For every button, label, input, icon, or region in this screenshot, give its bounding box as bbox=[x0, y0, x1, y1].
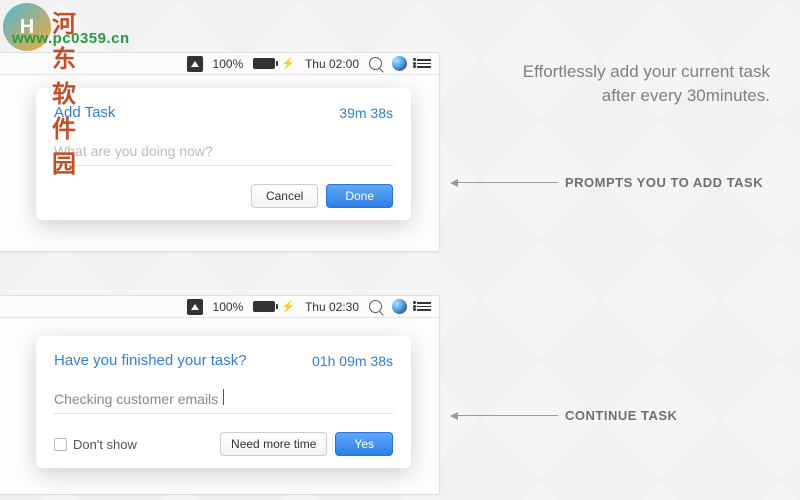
site-url: www.pc0359.cn bbox=[12, 30, 130, 47]
yes-button[interactable]: Yes bbox=[335, 432, 393, 456]
need-more-time-button[interactable]: Need more time bbox=[220, 432, 327, 456]
spotlight-icon[interactable] bbox=[369, 57, 382, 70]
siri-icon[interactable] bbox=[392, 56, 407, 71]
cancel-button[interactable]: Cancel bbox=[251, 184, 318, 208]
done-button[interactable]: Done bbox=[326, 184, 393, 208]
popup-title: Have you finished your task? bbox=[54, 352, 247, 369]
notification-center-icon[interactable] bbox=[417, 59, 431, 68]
siri-icon[interactable] bbox=[392, 299, 407, 314]
notification-center-icon[interactable] bbox=[417, 302, 431, 311]
dont-show-label: Don't show bbox=[73, 437, 137, 452]
callout-arrow bbox=[458, 415, 558, 416]
clock: Thu 02:00 bbox=[305, 57, 359, 71]
clock: Thu 02:30 bbox=[305, 300, 359, 314]
task-input[interactable] bbox=[54, 137, 393, 166]
dont-show-checkbox[interactable] bbox=[54, 438, 67, 451]
battery-percent: 100% bbox=[213, 300, 244, 314]
app-menubar-icon[interactable] bbox=[187, 56, 203, 72]
current-task-text: Checking customer emails bbox=[54, 385, 393, 414]
finish-task-popup: Have you finished your task? 01h 09m 38s… bbox=[36, 336, 411, 468]
spotlight-icon[interactable] bbox=[369, 300, 382, 313]
charging-icon: ⚡ bbox=[281, 300, 295, 313]
timer-value: 01h 09m 38s bbox=[312, 353, 393, 369]
callout-label-continue: CONTINUE TASK bbox=[565, 408, 677, 423]
battery-icon bbox=[253, 301, 275, 312]
charging-icon: ⚡ bbox=[281, 57, 295, 70]
battery-percent: 100% bbox=[213, 57, 244, 71]
headline-text: Effortlessly add your current task after… bbox=[490, 60, 770, 108]
app-menubar-icon[interactable] bbox=[187, 299, 203, 315]
timer-value: 39m 38s bbox=[339, 105, 393, 121]
callout-label-add: PROMPTS YOU TO ADD TASK bbox=[565, 175, 763, 190]
add-task-popup: Add Task 39m 38s Cancel Done bbox=[36, 88, 411, 220]
mac-menubar: 100% ⚡ Thu 02:30 bbox=[0, 296, 439, 318]
battery-icon bbox=[253, 58, 275, 69]
screenshot-continue-task: 100% ⚡ Thu 02:30 Have you finished your … bbox=[0, 295, 440, 495]
watermark: H 河东软件园 www.pc0359.cn bbox=[0, 0, 54, 54]
callout-arrow bbox=[458, 182, 558, 183]
